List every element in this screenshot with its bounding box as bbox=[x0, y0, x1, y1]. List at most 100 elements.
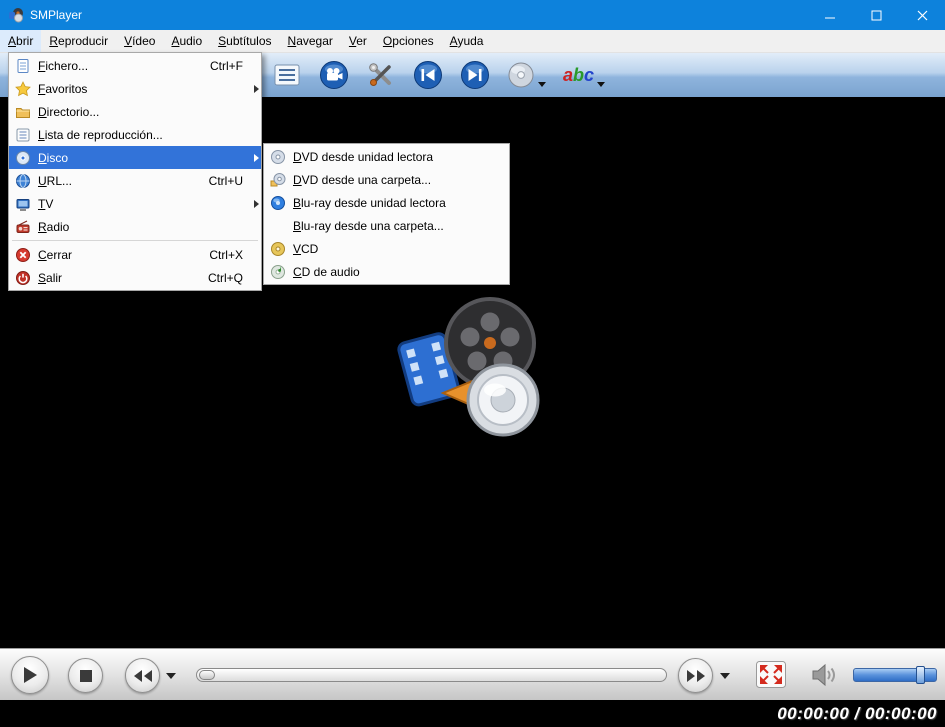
skip-back-icon bbox=[414, 61, 442, 89]
menu-item-label: DVD desde unidad lectora bbox=[293, 149, 434, 164]
menubar: Abrir Reproducir Vídeo Audio Subtítulos … bbox=[0, 30, 945, 53]
volume-slider[interactable] bbox=[853, 666, 937, 684]
menu-item-shortcut: Ctrl+F bbox=[210, 58, 243, 73]
subtitles-abc-icon: abc bbox=[563, 65, 595, 85]
menu-item-bluray-unidad[interactable]: Blu-ray desde unidad lectora bbox=[264, 191, 509, 214]
menubar-item-subtitulos[interactable]: Subtítulos bbox=[210, 30, 279, 52]
play-icon bbox=[24, 667, 37, 683]
forward-button[interactable] bbox=[678, 658, 713, 693]
menu-item-dvd-carpeta[interactable]: DVD desde una carpeta... bbox=[264, 168, 509, 191]
menu-item-label: Blu-ray desde una carpeta... bbox=[293, 218, 444, 233]
bluray-disc-icon bbox=[266, 195, 290, 211]
window-controls bbox=[807, 0, 945, 30]
speaker-icon bbox=[812, 663, 835, 687]
menu-item-lista-reproduccion[interactable]: Lista de reproducción... bbox=[9, 123, 261, 146]
smplayer-window: SMPlayer Abrir Reproducir Vídeo Audio Su… bbox=[0, 0, 945, 727]
menu-item-favoritos[interactable]: Favoritos bbox=[9, 77, 261, 100]
smplayer-logo bbox=[397, 297, 540, 437]
play-button[interactable] bbox=[11, 656, 49, 694]
previous-button[interactable] bbox=[413, 59, 443, 91]
star-icon bbox=[11, 80, 35, 97]
menubar-item-ayuda[interactable]: Ayuda bbox=[442, 30, 492, 52]
submenu-arrow-icon bbox=[254, 199, 259, 208]
submenu-arrow-icon bbox=[254, 84, 259, 93]
power-icon bbox=[11, 270, 35, 286]
menu-item-cd-audio[interactable]: CD de audio bbox=[264, 260, 509, 283]
open-disc-button[interactable] bbox=[507, 59, 546, 91]
menubar-label: Abrir bbox=[8, 34, 34, 48]
close-button[interactable] bbox=[899, 0, 945, 30]
menubar-label: Reproducir bbox=[49, 34, 109, 48]
disc-icon bbox=[11, 150, 35, 166]
maximize-button[interactable] bbox=[853, 0, 899, 30]
preferences-button[interactable] bbox=[366, 59, 396, 91]
volume-slider-thumb[interactable] bbox=[915, 666, 925, 684]
vcd-disc-icon bbox=[266, 241, 290, 257]
menu-item-label: Blu-ray desde unidad lectora bbox=[293, 195, 446, 210]
menu-item-fichero[interactable]: Fichero... Ctrl+F bbox=[9, 54, 261, 77]
menubar-item-abrir[interactable]: Abrir bbox=[0, 30, 42, 52]
menu-item-label: CD de audio bbox=[293, 264, 360, 279]
menu-item-shortcut: Ctrl+X bbox=[209, 247, 243, 262]
menubar-item-video[interactable]: Vídeo bbox=[116, 30, 163, 52]
control-bar bbox=[0, 648, 945, 700]
seek-slider[interactable] bbox=[196, 668, 667, 682]
menubar-label: Opciones bbox=[382, 34, 434, 48]
menu-item-shortcut: Ctrl+U bbox=[208, 173, 243, 188]
rewind-options-chevron-icon[interactable] bbox=[166, 673, 176, 679]
fullscreen-button[interactable] bbox=[756, 661, 786, 693]
seek-slider-thumb[interactable] bbox=[199, 670, 215, 680]
menu-item-dvd-unidad[interactable]: DVD desde unidad lectora bbox=[264, 145, 509, 168]
menubar-item-opciones[interactable]: Opciones bbox=[375, 30, 442, 52]
menu-item-label: Salir bbox=[38, 270, 63, 285]
titlebar[interactable]: SMPlayer bbox=[0, 0, 945, 30]
menubar-item-audio[interactable]: Audio bbox=[163, 30, 210, 52]
menu-item-directorio[interactable]: Directorio... bbox=[9, 100, 261, 123]
window-title: SMPlayer bbox=[30, 8, 83, 22]
menubar-label: Navegar bbox=[287, 34, 333, 48]
video-camera-button[interactable] bbox=[319, 59, 349, 91]
disc-submenu: DVD desde unidad lectora DVD desde una c… bbox=[263, 143, 510, 285]
menu-item-url[interactable]: URL... Ctrl+U bbox=[9, 169, 261, 192]
menu-item-label: Cerrar bbox=[38, 247, 73, 262]
submenu-arrow-icon bbox=[254, 153, 259, 162]
menu-item-label: Favoritos bbox=[38, 81, 88, 96]
next-button[interactable] bbox=[460, 59, 490, 91]
smplayer-app-icon[interactable] bbox=[8, 7, 24, 23]
playlist-button[interactable] bbox=[272, 59, 302, 91]
close-icon bbox=[917, 10, 927, 20]
menubar-item-navegar[interactable]: Navegar bbox=[280, 30, 341, 52]
status-bar: 00:00:00 / 00:00:00 bbox=[0, 700, 945, 727]
menu-item-radio[interactable]: Radio bbox=[9, 215, 261, 238]
menubar-label: Audio bbox=[171, 34, 203, 48]
chevron-down-icon[interactable] bbox=[538, 82, 546, 87]
disc-icon bbox=[508, 62, 534, 88]
rewind-button[interactable] bbox=[125, 658, 160, 693]
menu-item-tv[interactable]: TV bbox=[9, 192, 261, 215]
file-icon bbox=[11, 58, 35, 74]
subtitles-button[interactable]: abc bbox=[563, 59, 606, 91]
open-menu: Fichero... Ctrl+F Favoritos Directorio..… bbox=[8, 52, 262, 291]
menu-item-cerrar[interactable]: Cerrar Ctrl+X bbox=[9, 243, 261, 266]
chevron-down-icon[interactable] bbox=[597, 82, 606, 87]
menu-item-disco[interactable]: Disco bbox=[9, 146, 261, 169]
fullscreen-icon bbox=[756, 661, 786, 688]
forward-options-chevron-icon[interactable] bbox=[720, 673, 730, 679]
stop-button[interactable] bbox=[68, 658, 103, 693]
menubar-item-ver[interactable]: Ver bbox=[341, 30, 375, 52]
menubar-label: Subtítulos bbox=[218, 34, 272, 48]
mute-button[interactable] bbox=[810, 662, 838, 693]
tools-icon bbox=[369, 63, 391, 86]
menubar-item-reproducir[interactable]: Reproducir bbox=[41, 30, 116, 52]
menu-item-label: Lista de reproducción... bbox=[38, 127, 163, 142]
rewind-icon bbox=[133, 669, 152, 682]
menubar-label: Ver bbox=[348, 34, 367, 48]
menu-item-vcd[interactable]: VCD bbox=[264, 237, 509, 260]
time-display: 00:00:00 / 00:00:00 bbox=[777, 703, 937, 723]
skip-forward-icon bbox=[461, 61, 489, 89]
fast-forward-icon bbox=[686, 669, 705, 682]
menu-item-salir[interactable]: Salir Ctrl+Q bbox=[9, 266, 261, 289]
minimize-button[interactable] bbox=[807, 0, 853, 30]
menu-item-bluray-carpeta[interactable]: Blu-ray desde una carpeta... bbox=[264, 214, 509, 237]
tv-icon bbox=[11, 196, 35, 212]
